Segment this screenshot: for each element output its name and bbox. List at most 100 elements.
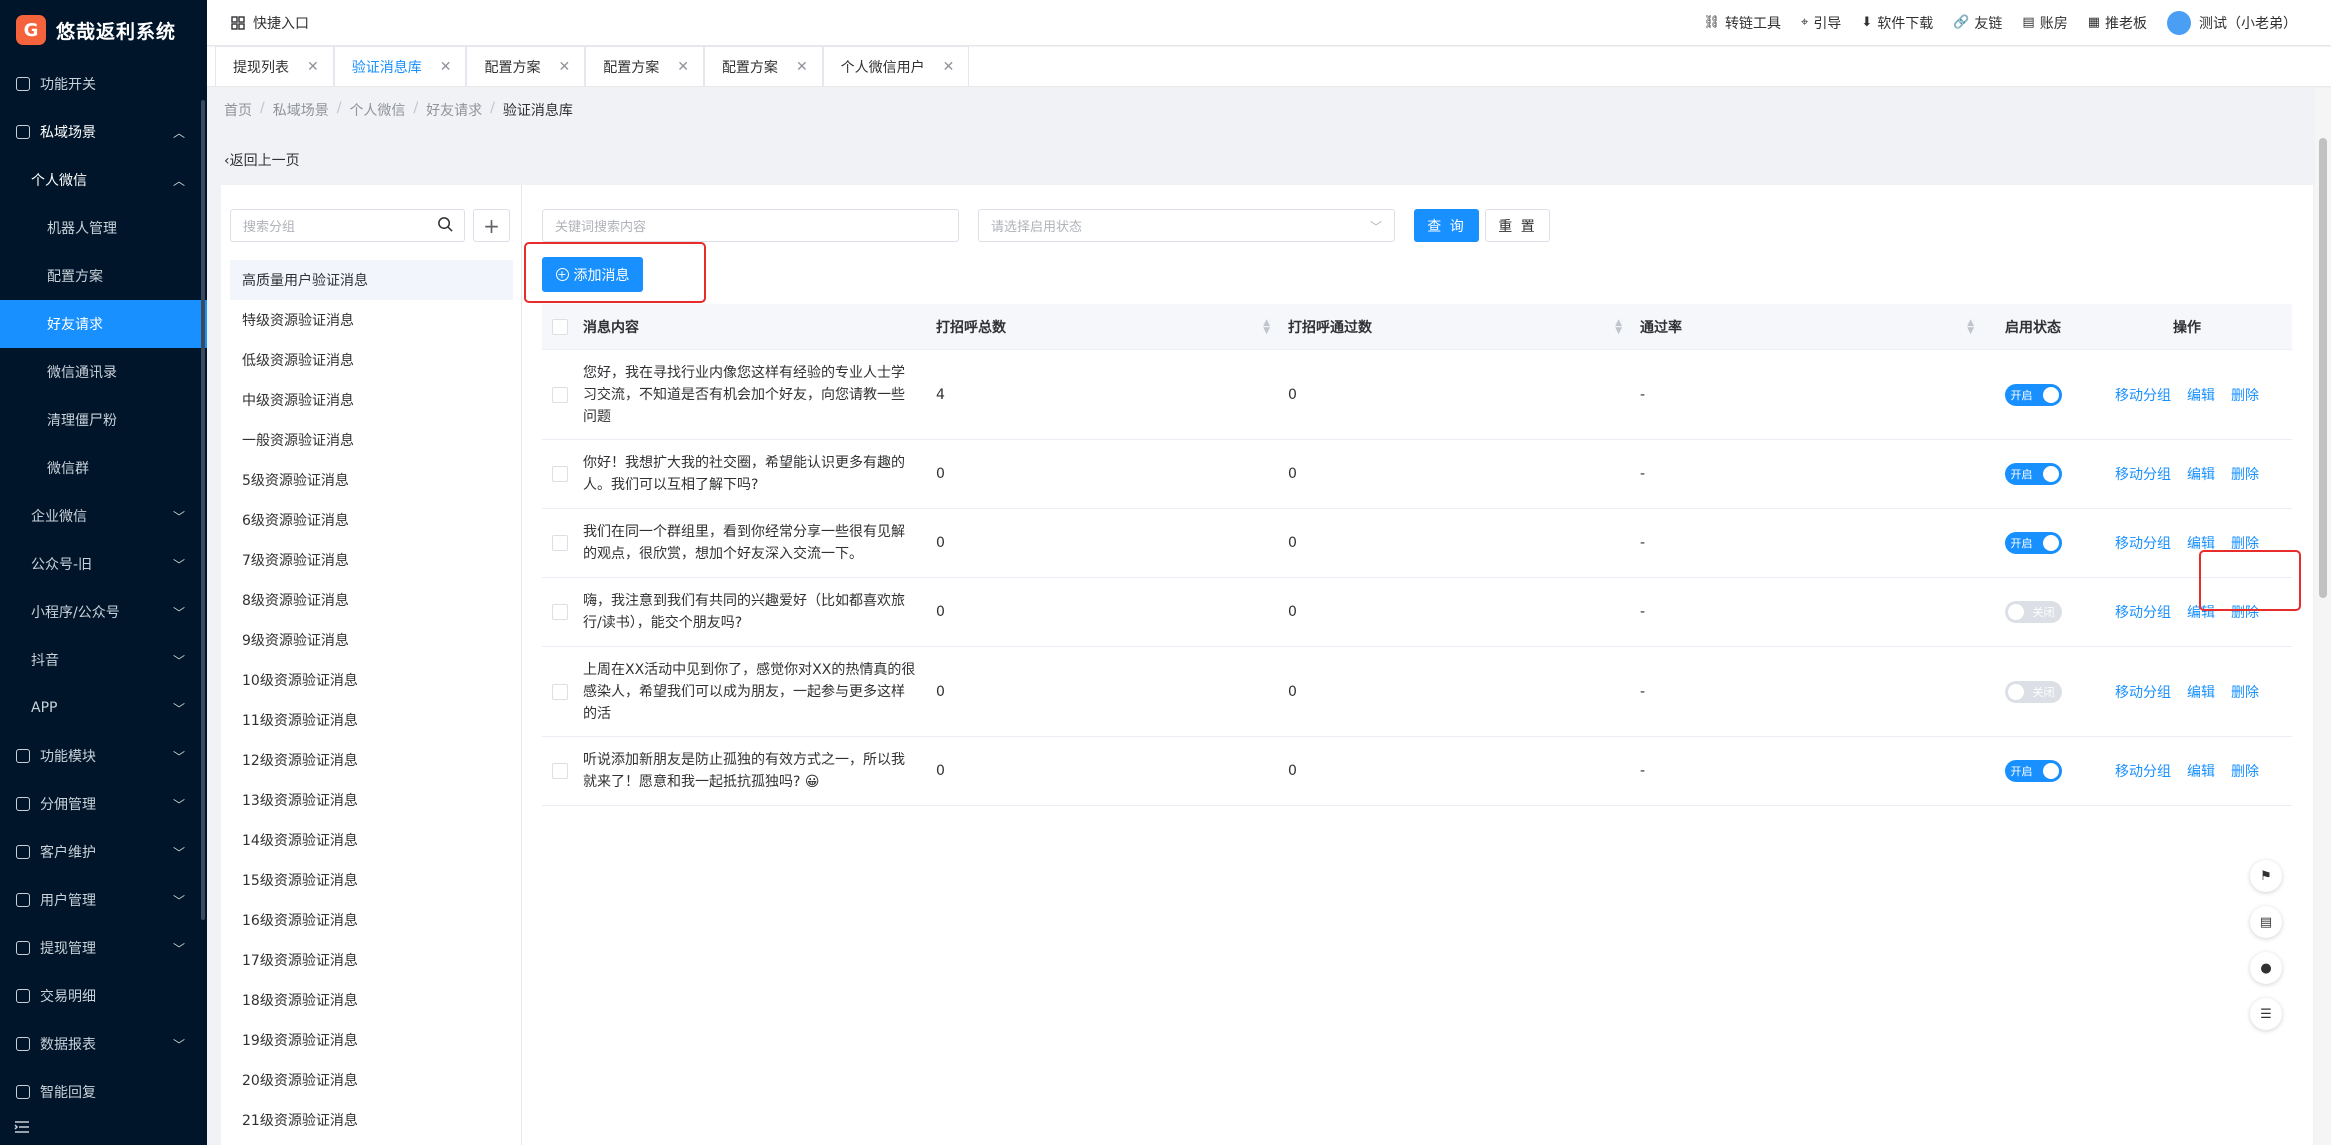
sidebar-item[interactable]: 微信群 [0,444,207,492]
close-icon[interactable]: ✕ [677,59,689,75]
sidebar-item[interactable]: 机器人管理 [0,204,207,252]
sidebar-item[interactable]: 企业微信 ﹀ [0,492,207,540]
sort-icon[interactable]: ▲ ▼ [1263,318,1270,335]
group-item[interactable]: 17级资源验证消息 [230,940,513,980]
group-item[interactable]: 一般资源验证消息 [230,420,513,460]
sort-icon[interactable]: ▲ ▼ [1615,318,1622,335]
tab-config-3[interactable]: 配置方案 ✕ [703,46,823,86]
tab-config-1[interactable]: 配置方案 ✕ [466,46,586,86]
header-passed[interactable]: 打招呼通过数 ▲ ▼ [1280,317,1632,337]
sidebar-collapse-toggle[interactable] [0,1109,207,1145]
sidebar-item[interactable]: 数据报表 ﹀ [0,1020,207,1068]
sidebar-item[interactable]: 功能开关 [0,60,207,108]
sidebar-item[interactable]: 微信通讯录 [0,348,207,396]
chat-float-button[interactable]: ● [2250,952,2282,984]
top-link-download[interactable]: ⬇ 软件下载 [1861,13,1933,33]
row-checkbox[interactable] [551,386,568,403]
group-item[interactable]: 高质量用户验证消息 [230,260,513,300]
app-logo[interactable]: G 悠哉返利系统 [0,0,207,60]
move-group-link[interactable]: 移动分组 [2115,385,2171,405]
select-all-checkbox[interactable] [551,318,568,335]
edit-link[interactable]: 编辑 [2187,464,2215,484]
breadcrumb-item[interactable]: 好友请求 [426,100,482,120]
sidebar-item[interactable]: 交易明细 [0,972,207,1020]
status-toggle[interactable]: 开启 [2004,463,2062,485]
indent-float-button[interactable]: ☰ [2250,998,2282,1030]
reset-button[interactable]: 重 置 [1485,209,1550,242]
group-item[interactable]: 12级资源验证消息 [230,740,513,780]
row-checkbox[interactable] [551,683,568,700]
add-group-button[interactable]: + [473,209,510,242]
sidebar-item[interactable]: 抖音 ﹀ [0,636,207,684]
status-toggle[interactable]: 开启 [2004,532,2062,554]
delete-link[interactable]: 删除 [2231,464,2259,484]
delete-link[interactable]: 删除 [2231,682,2259,702]
tab-withdraw-list[interactable]: 提现列表 ✕ [215,46,334,86]
close-icon[interactable]: ✕ [307,59,319,75]
close-icon[interactable]: ✕ [796,59,808,75]
sidebar-item[interactable]: 分佣管理 ﹀ [0,780,207,828]
delete-link[interactable]: 删除 [2231,761,2259,781]
group-item[interactable]: 低级资源验证消息 [230,340,513,380]
group-item[interactable]: 中级资源验证消息 [230,380,513,420]
top-link-board[interactable]: ▦ 推老板 [2088,13,2147,33]
sidebar-scrollbar[interactable] [201,100,205,920]
header-total[interactable]: 打招呼总数 ▲ ▼ [928,317,1280,337]
group-item[interactable]: 10级资源验证消息 [230,660,513,700]
clipboard-float-button[interactable]: ▤ [2250,906,2282,938]
group-item[interactable]: 15级资源验证消息 [230,860,513,900]
tab-wechat-users[interactable]: 个人微信用户 ✕ [822,46,970,86]
status-toggle[interactable]: 关闭 [2004,601,2062,623]
group-item[interactable]: 20级资源验证消息 [230,1060,513,1100]
move-group-link[interactable]: 移动分组 [2115,602,2171,622]
sidebar-item[interactable]: 公众号-旧 ﹀ [0,540,207,588]
header-rate[interactable]: 通过率 ▲ ▼ [1632,317,1984,337]
group-item[interactable]: 18级资源验证消息 [230,980,513,1020]
group-item[interactable]: 9级资源验证消息 [230,620,513,660]
move-group-link[interactable]: 移动分组 [2115,533,2171,553]
group-item[interactable]: 特级资源验证消息 [230,300,513,340]
sidebar-item[interactable]: 用户管理 ﹀ [0,876,207,924]
group-item[interactable]: 21级资源验证消息 [230,1100,513,1140]
group-item[interactable]: 13级资源验证消息 [230,780,513,820]
top-link-ledger[interactable]: ▤ 账房 [2022,13,2067,33]
move-group-link[interactable]: 移动分组 [2115,464,2171,484]
group-item[interactable]: 19级资源验证消息 [230,1020,513,1060]
delete-link[interactable]: 删除 [2231,385,2259,405]
sidebar-item[interactable]: 小程序/公众号 ﹀ [0,588,207,636]
user-menu[interactable]: 测试（小老弟） [2167,10,2297,35]
sidebar-item[interactable]: 个人微信 ︿ [0,156,207,204]
group-item[interactable]: 6级资源验证消息 [230,500,513,540]
row-checkbox[interactable] [551,604,568,620]
close-icon[interactable]: ✕ [558,59,570,75]
group-item[interactable]: 7级资源验证消息 [230,540,513,580]
group-item[interactable]: 8级资源验证消息 [230,580,513,620]
bookmark-float-button[interactable]: ⚑ [2250,860,2282,892]
row-checkbox[interactable] [551,466,568,482]
top-link-friends[interactable]: 🔗 友链 [1953,13,2002,33]
sidebar-item[interactable]: 私域场景 ︿ [0,108,207,156]
edit-link[interactable]: 编辑 [2187,385,2215,405]
sidebar-item[interactable]: 好友请求 [0,300,207,348]
sort-icon[interactable]: ▲ ▼ [1967,318,1974,335]
query-button[interactable]: 查 询 [1414,209,1479,242]
row-checkbox[interactable] [551,763,568,779]
edit-link[interactable]: 编辑 [2187,761,2215,781]
page-scrollbar[interactable] [2315,88,2331,1145]
edit-link[interactable]: 编辑 [2187,682,2215,702]
quick-entry[interactable]: 快捷入口 [231,13,309,33]
close-icon[interactable]: ✕ [440,59,452,75]
sidebar-item[interactable]: APP ﹀ [0,684,207,732]
close-icon[interactable]: ✕ [943,59,955,75]
move-group-link[interactable]: 移动分组 [2115,761,2171,781]
sidebar-item[interactable]: 提现管理 ﹀ [0,924,207,972]
status-select[interactable]: 请选择启用状态 ﹀ [978,209,1395,242]
group-item[interactable]: 11级资源验证消息 [230,700,513,740]
sidebar-item[interactable]: 清理僵尸粉 [0,396,207,444]
group-item[interactable]: 14级资源验证消息 [230,820,513,860]
group-item[interactable]: 5级资源验证消息 [230,460,513,500]
group-item[interactable]: 16级资源验证消息 [230,900,513,940]
sidebar-item[interactable]: 客户维护 ﹀ [0,828,207,876]
top-link-guide[interactable]: ⌖ 引导 [1801,13,1841,33]
top-link-convert[interactable]: ⛓ 转链工具 [1703,13,1781,33]
